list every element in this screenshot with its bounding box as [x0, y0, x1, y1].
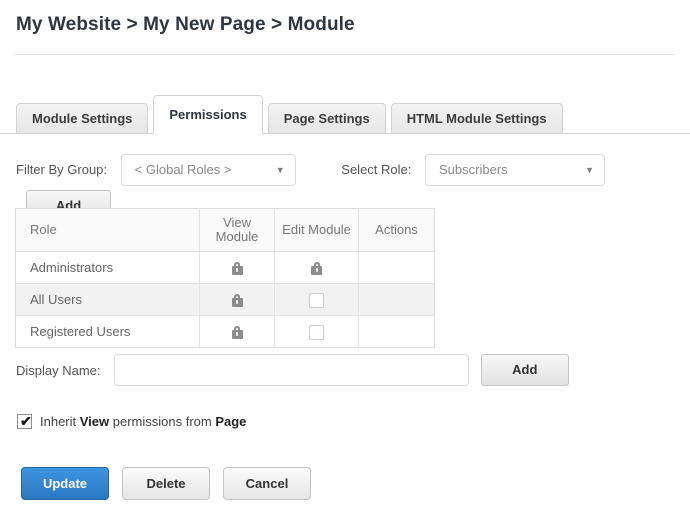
inherit-permissions-row: ✔ Inherit View permissions from Page: [17, 412, 246, 430]
table-header-row: Role View Module Edit Module Actions: [16, 209, 435, 252]
view-module-cell: [200, 252, 275, 284]
inherit-page-word: Page: [215, 414, 246, 429]
table-row: Registered Users: [16, 316, 435, 348]
view-module-cell: [200, 316, 275, 348]
cancel-button[interactable]: Cancel: [223, 467, 311, 500]
edit-module-cell: [275, 252, 359, 284]
role-name-cell: Administrators: [16, 252, 200, 284]
actions-cell: [359, 284, 435, 316]
edit-module-checkbox[interactable]: [309, 293, 324, 308]
tab-page-settings[interactable]: Page Settings: [268, 103, 386, 133]
column-header-edit-module: Edit Module: [275, 209, 359, 252]
tab-module-settings[interactable]: Module Settings: [16, 103, 148, 133]
select-role-value: Subscribers: [439, 155, 508, 185]
footer-button-bar: Update Delete Cancel: [21, 467, 324, 500]
header-divider: [15, 54, 675, 55]
actions-cell: [359, 316, 435, 348]
tab-html-module-settings[interactable]: HTML Module Settings: [391, 103, 563, 133]
actions-cell: [359, 252, 435, 284]
lock-icon: [311, 262, 322, 275]
tab-bar: Module Settings Permissions Page Setting…: [16, 96, 568, 133]
filter-row: Filter By Group: < Global Roles > ▼ Sele…: [16, 152, 676, 188]
edit-module-cell: [275, 284, 359, 316]
breadcrumb: My Website > My New Page > Module: [16, 14, 355, 36]
role-name-cell: All Users: [16, 284, 200, 316]
column-header-view-module: View Module: [200, 209, 275, 252]
update-button[interactable]: Update: [21, 467, 109, 500]
display-name-input[interactable]: [114, 354, 469, 386]
chevron-down-icon: ▼: [276, 155, 285, 185]
table-row: Administrators: [16, 252, 435, 284]
filter-by-group-label: Filter By Group:: [16, 152, 107, 188]
lock-icon: [232, 294, 243, 307]
inherit-middle: permissions from: [109, 414, 215, 429]
lock-icon: [232, 326, 243, 339]
edit-module-checkbox[interactable]: [309, 325, 324, 340]
add-display-name-button[interactable]: Add: [481, 354, 569, 386]
filter-by-group-select[interactable]: < Global Roles > ▼: [121, 154, 296, 186]
table-row: All Users: [16, 284, 435, 316]
tab-permissions[interactable]: Permissions: [153, 95, 262, 133]
lock-icon: [232, 262, 243, 275]
display-name-label: Display Name:: [16, 353, 101, 389]
checkmark-icon: ✔: [20, 413, 32, 429]
inherit-prefix: Inherit: [40, 414, 80, 429]
column-header-actions: Actions: [359, 209, 435, 252]
delete-button[interactable]: Delete: [122, 467, 210, 500]
select-role-label: Select Role:: [341, 152, 411, 188]
chevron-down-icon: ▼: [585, 155, 594, 185]
select-role-select[interactable]: Subscribers ▼: [425, 154, 605, 186]
display-name-row: Display Name: Add: [16, 353, 676, 387]
edit-module-cell: [275, 316, 359, 348]
inherit-permissions-checkbox[interactable]: ✔: [17, 414, 32, 429]
permissions-table: Role View Module Edit Module Actions Adm…: [15, 208, 435, 348]
role-name-cell: Registered Users: [16, 316, 200, 348]
column-header-role: Role: [16, 209, 200, 252]
filter-by-group-value: < Global Roles >: [135, 155, 232, 185]
view-module-cell: [200, 284, 275, 316]
inherit-permissions-label: Inherit View permissions from Page: [40, 414, 246, 429]
inherit-view-word: View: [80, 414, 109, 429]
